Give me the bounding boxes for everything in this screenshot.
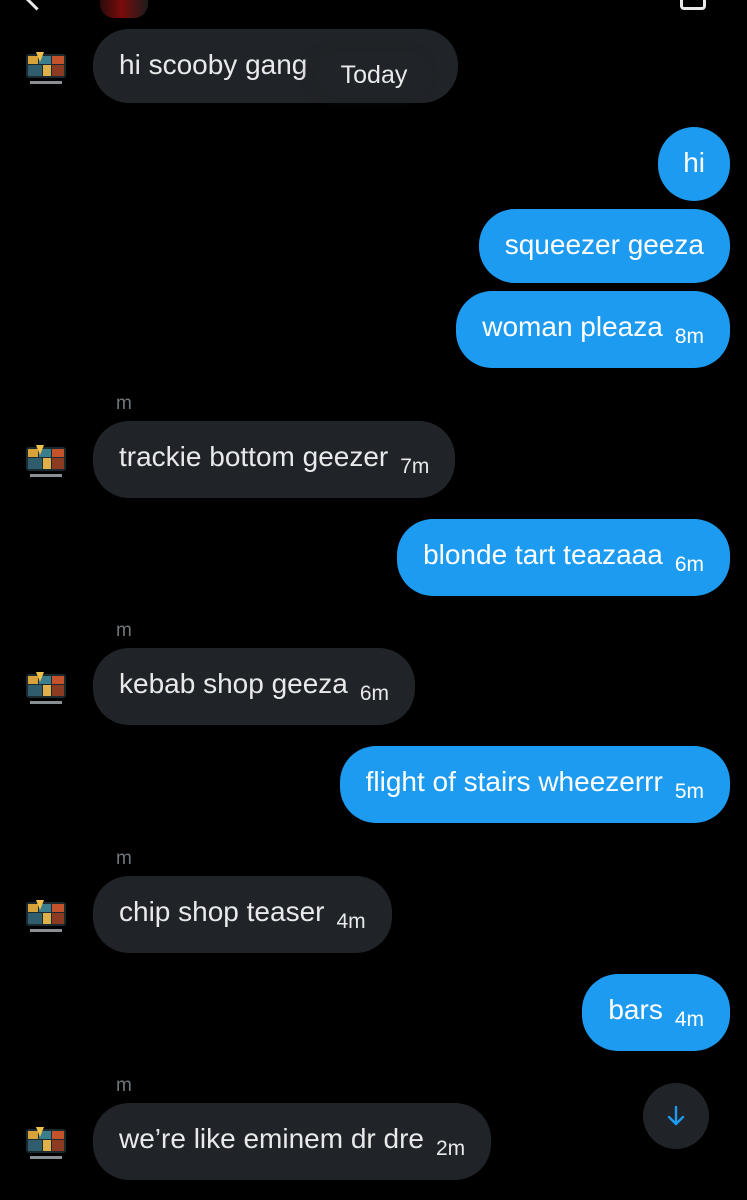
message-timestamp: 4m: [336, 910, 366, 933]
message-text: kebab shop geeza: [119, 668, 348, 699]
sender-name: m: [116, 848, 132, 869]
message-text: we’re like eminem dr dre: [119, 1123, 424, 1154]
arrow-down-icon: [667, 1105, 685, 1126]
message-timestamp: 5m: [674, 780, 704, 803]
date-separator-today: Today: [316, 52, 432, 98]
header-avatar[interactable]: [100, 0, 148, 18]
message-text: squeezer geeza: [504, 229, 704, 260]
message-text: bars: [608, 994, 663, 1025]
group-avatar-icon[interactable]: [22, 896, 70, 936]
message-text: hi scooby gang: [119, 49, 308, 80]
group-avatar-icon[interactable]: [22, 48, 70, 88]
message-timestamp: 7m: [400, 455, 430, 478]
message-text: hi: [683, 147, 705, 178]
back-arrow-icon[interactable]: [24, 0, 49, 11]
message-bubble-outgoing[interactable]: flight of stairs wheezerrr 5m: [339, 746, 730, 823]
sender-name: m: [116, 393, 132, 414]
scroll-to-bottom-button[interactable]: [643, 1083, 709, 1149]
group-avatar-icon[interactable]: [22, 668, 70, 708]
message-text: trackie bottom geezer: [119, 441, 389, 472]
message-bubble-incoming[interactable]: chip shop teaser 4m: [93, 876, 392, 953]
info-icon[interactable]: [680, 0, 706, 10]
message-timestamp: 6m: [674, 553, 704, 576]
sender-name: m: [116, 620, 132, 641]
message-timestamp: 4m: [674, 1008, 704, 1031]
message-bubble-incoming[interactable]: kebab shop geeza 6m: [93, 648, 416, 725]
message-bubble-outgoing[interactable]: hi: [658, 127, 730, 201]
message-text: woman pleaza: [482, 311, 663, 342]
message-bubble-outgoing[interactable]: bars 4m: [582, 974, 730, 1051]
message-bubble-outgoing[interactable]: blonde tart teazaaa 6m: [397, 519, 730, 596]
group-avatar-icon[interactable]: [22, 1123, 70, 1163]
sender-name: m: [116, 1075, 132, 1096]
message-timestamp: 6m: [359, 682, 390, 705]
group-avatar-icon[interactable]: [22, 441, 70, 481]
message-bubble-incoming[interactable]: trackie bottom geezer 7m: [93, 421, 456, 498]
message-text: chip shop teaser: [119, 896, 325, 927]
message-text: blonde tart teazaaa: [423, 539, 663, 570]
message-bubble-incoming[interactable]: we’re like eminem dr dre 2m: [93, 1103, 492, 1180]
message-timestamp: 2m: [436, 1137, 466, 1160]
message-bubble-outgoing[interactable]: squeezer geeza: [478, 209, 730, 283]
message-bubble-outgoing[interactable]: woman pleaza 8m: [456, 291, 730, 368]
message-timestamp: 8m: [674, 325, 704, 348]
message-text: flight of stairs wheezerrr: [365, 766, 663, 797]
